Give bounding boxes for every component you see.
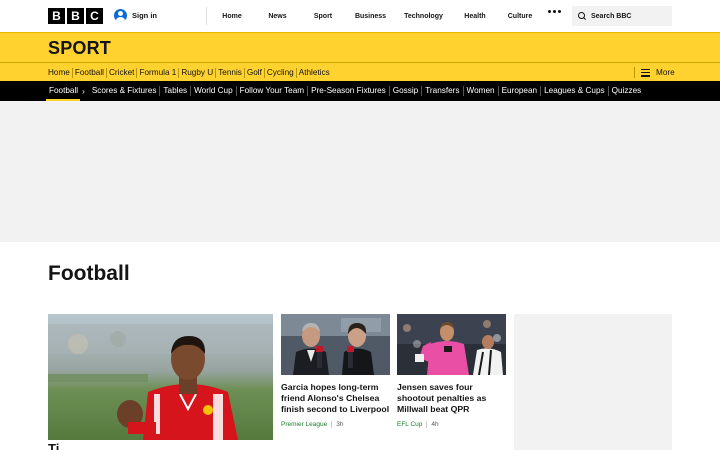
subnav-scores-fixtures[interactable]: Scores & Fixtures	[89, 86, 161, 96]
subnav-tables[interactable]: Tables	[160, 86, 192, 96]
subnav-football[interactable]: Football	[46, 86, 81, 101]
subnav-follow-your-team[interactable]: Follow Your Team	[237, 86, 309, 96]
sport-nav-golf[interactable]: Golf	[245, 67, 265, 78]
meta-divider	[331, 421, 333, 428]
subnav-women[interactable]: Women	[464, 86, 499, 96]
story-card[interactable]: Jensen saves four shootout penalties as …	[397, 314, 506, 428]
football-subnav: Football › Scores & Fixtures Tables Worl…	[0, 81, 720, 101]
meta-divider	[426, 421, 428, 428]
page-title: Football	[48, 262, 130, 285]
more-menu-icon[interactable]	[548, 10, 561, 13]
bbc-logo[interactable]: B B C	[48, 8, 103, 24]
sport-nav-rugby-union[interactable]: Rugby U	[179, 67, 217, 78]
global-nav-culture[interactable]: Culture	[496, 0, 544, 32]
global-nav-home[interactable]: Home	[207, 0, 257, 32]
story-card-meta: EFL Cup 4h	[397, 421, 506, 428]
story-card-headline: Garcia hopes long-term friend Alonso's C…	[281, 382, 390, 414]
subnav-european[interactable]: European	[499, 86, 542, 96]
subnav-world-cup[interactable]: World Cup	[191, 86, 237, 96]
global-nav-sport[interactable]: Sport	[298, 0, 348, 32]
advert-sidebar	[514, 314, 672, 450]
global-nav-news[interactable]: News	[257, 0, 298, 32]
story-card-tag[interactable]: EFL Cup	[397, 421, 422, 428]
story-card[interactable]: Garcia hopes long-term friend Alonso's C…	[281, 314, 390, 428]
user-icon	[114, 9, 127, 22]
sport-nav-cycling[interactable]: Cycling	[265, 67, 297, 78]
search-label: Search BBC	[591, 12, 632, 20]
global-nav-technology[interactable]: Technology	[393, 0, 454, 32]
story-card-time: 4h	[431, 421, 439, 428]
story-photo-garcia-alonso	[281, 314, 390, 375]
chevron-right-icon: ›	[82, 86, 85, 96]
story-card-image	[397, 314, 506, 375]
story-card-meta: Premier League 3h	[281, 421, 390, 428]
subnav-leagues-cups[interactable]: Leagues & Cups	[541, 86, 609, 96]
signin-label: Sign in	[132, 11, 157, 20]
search-button[interactable]: Search BBC	[572, 6, 672, 26]
sport-more-button[interactable]: More	[634, 67, 675, 78]
global-nav-business[interactable]: Business	[348, 0, 393, 32]
story-card-tag[interactable]: Premier League	[281, 421, 327, 428]
global-header: B B C Sign in Home News Sport Business T…	[0, 0, 720, 32]
subnav-gossip[interactable]: Gossip	[390, 86, 423, 96]
subnav-pre-season[interactable]: Pre-Season Fixtures	[308, 86, 390, 96]
story-photo-jensen	[397, 314, 506, 375]
advert-banner	[0, 101, 720, 242]
story-card-image	[281, 314, 390, 375]
logo-letter-b2: B	[67, 8, 84, 24]
global-nav-health[interactable]: Health	[454, 0, 496, 32]
sport-title[interactable]: SPORT	[48, 38, 111, 59]
sport-header: SPORT	[0, 32, 720, 62]
sport-nav-tennis[interactable]: Tennis	[216, 67, 245, 78]
sport-nav-athletics[interactable]: Athletics	[297, 68, 332, 78]
sport-nav-formula1[interactable]: Formula 1	[137, 67, 180, 78]
story-card-time: 3h	[336, 421, 344, 428]
global-nav: Home News Sport Business Technology Heal…	[207, 0, 544, 32]
subnav-quizzes[interactable]: Quizzes	[609, 86, 645, 96]
search-icon	[578, 12, 586, 20]
signin-button[interactable]: Sign in	[114, 9, 157, 22]
hamburger-icon	[641, 68, 650, 77]
subnav-transfers[interactable]: Transfers	[422, 86, 464, 96]
sport-nav: Home Football Cricket Formula 1 Rugby U …	[0, 62, 720, 83]
lead-story-image[interactable]	[48, 314, 273, 440]
lead-story-photo	[48, 314, 273, 440]
sport-more-label: More	[656, 68, 675, 77]
story-card-headline: Jensen saves four shootout penalties as …	[397, 382, 487, 414]
sport-nav-home[interactable]: Home	[46, 67, 73, 78]
sport-nav-football[interactable]: Football	[73, 67, 107, 83]
lead-story-headline[interactable]: Ti	[48, 442, 273, 450]
logo-letter-c: C	[86, 8, 103, 24]
sport-nav-cricket[interactable]: Cricket	[107, 67, 138, 78]
logo-letter-b1: B	[48, 8, 65, 24]
